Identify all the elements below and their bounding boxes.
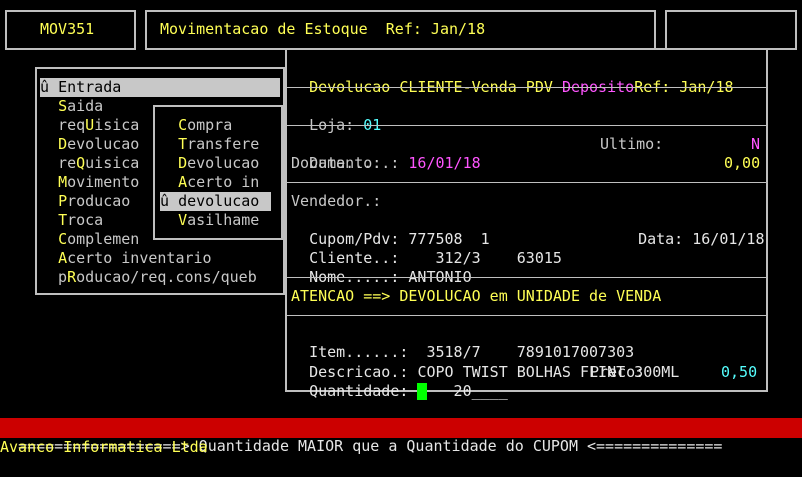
menu-item-prefix bbox=[40, 230, 58, 248]
ultimo-label: Ultimo: bbox=[600, 135, 664, 153]
menu-item-label: roca bbox=[67, 211, 104, 229]
menu-item-label: isica bbox=[94, 116, 140, 134]
menu-item-prefix: û bbox=[40, 78, 59, 96]
menu-item-label: ntrada bbox=[67, 78, 122, 96]
cupom-data-row: Data: 16/01/18 bbox=[620, 211, 764, 249]
submenu-item-label: ompra bbox=[187, 116, 233, 134]
menu-item[interactable]: Troca bbox=[40, 211, 103, 230]
menu-item-label: oducao/req.cons/queb bbox=[76, 268, 257, 286]
menu-item[interactable]: û Entrada bbox=[40, 78, 280, 97]
nome-row: Nome.....: ANTONIO bbox=[291, 249, 472, 287]
menu-item-prefix: re bbox=[40, 154, 77, 172]
preco-label: Preco: bbox=[590, 363, 645, 381]
submenu-item-hotkey: C bbox=[178, 116, 188, 134]
submenu-item-prefix: û bbox=[160, 192, 179, 210]
menu-item-prefix bbox=[40, 249, 58, 267]
menu-item[interactable]: pRoducao/req.cons/queb bbox=[40, 268, 257, 287]
cursor-block bbox=[417, 383, 428, 400]
submenu-item[interactable]: Devolucao bbox=[160, 154, 259, 173]
menu-item[interactable]: Producao bbox=[40, 192, 130, 211]
cupom-data-label: Data: bbox=[638, 230, 693, 248]
menu-item-prefix bbox=[40, 135, 58, 153]
menu-item[interactable]: Devolucao bbox=[40, 135, 139, 154]
menu-item[interactable]: reqUisica bbox=[40, 116, 139, 135]
menu-item-label: ovimento bbox=[67, 173, 140, 191]
submenu-item-prefix bbox=[160, 211, 178, 229]
menu-item-hotkey: U bbox=[85, 116, 95, 134]
menu-item-hotkey: S bbox=[58, 97, 68, 115]
submenu-item[interactable]: û devolucao bbox=[160, 192, 271, 211]
quantidade-field[interactable]: 20____ bbox=[417, 382, 508, 400]
dialog-title: Devolucao CLIENTE-Venda PDV DepositoRef:… bbox=[291, 59, 733, 97]
submenu-item-hotkey: V bbox=[178, 211, 188, 229]
documento-value[interactable]: 0,00 bbox=[724, 154, 760, 173]
menu-item-label: aida bbox=[67, 97, 104, 115]
menu-item[interactable]: Saida bbox=[40, 97, 103, 116]
submenu-item-hotkey: T bbox=[178, 135, 188, 153]
error-message-bar: ==================> Quantidade MAIOR que… bbox=[0, 418, 802, 455]
data-value[interactable]: 16/01/18 bbox=[408, 154, 480, 172]
menu-item-prefix bbox=[40, 192, 58, 210]
footer-company: Avanco Informatica Ltda bbox=[0, 438, 208, 456]
menu-item-prefix bbox=[40, 97, 58, 115]
menu-item-prefix: req bbox=[40, 116, 86, 134]
dialog-divider bbox=[287, 125, 766, 126]
menu-item-label: uisica bbox=[85, 154, 140, 172]
submenu-item-label: ransfere bbox=[187, 135, 260, 153]
menu-item-hotkey: C bbox=[58, 230, 68, 248]
menu-item-label: roducao bbox=[67, 192, 131, 210]
submenu-item-label: devolucao bbox=[178, 192, 260, 210]
submenu-item[interactable]: Vasilhame bbox=[160, 211, 259, 230]
quantidade-row: Quantidade: 20____ bbox=[291, 363, 508, 401]
submenu-item-prefix bbox=[160, 135, 178, 153]
submenu-item-prefix bbox=[160, 116, 178, 134]
vendedor-label: Vendedor.: bbox=[291, 192, 382, 210]
program-code: MOV351 bbox=[40, 20, 95, 38]
submenu-item-prefix bbox=[160, 173, 178, 191]
menu-item-label: certo inventario bbox=[67, 249, 212, 267]
menu-item-hotkey: Q bbox=[76, 154, 86, 172]
documento-label: Documento: bbox=[291, 154, 382, 172]
submenu-item-hotkey: A bbox=[178, 173, 188, 191]
menu-item-hotkey: E bbox=[58, 78, 68, 96]
submenu-item-hotkey: D bbox=[178, 154, 188, 172]
menu-item-hotkey: T bbox=[58, 211, 68, 229]
quantidade-value[interactable]: 20____ bbox=[417, 382, 508, 400]
ultimo-value[interactable]: N bbox=[751, 135, 760, 154]
dialog-divider bbox=[287, 182, 766, 183]
quantidade-label: Quantidade: bbox=[309, 382, 418, 400]
submenu-item-label: certo in bbox=[187, 173, 260, 191]
menu-item-prefix: p bbox=[40, 268, 68, 286]
dialog-divider bbox=[287, 277, 766, 278]
menu-item-prefix bbox=[40, 173, 58, 191]
submenu-item[interactable]: Compra bbox=[160, 116, 232, 135]
cupom-data-value[interactable]: 16/01/18 bbox=[692, 230, 764, 248]
preco-value[interactable]: 0,50 bbox=[721, 363, 757, 382]
menu-item-hotkey: A bbox=[58, 249, 68, 267]
menu-item-prefix bbox=[40, 211, 58, 229]
screen-title: Movimentacao de Estoque Ref: Jan/18 bbox=[160, 20, 486, 38]
atencao-warning: ATENCAO ==> DEVOLUCAO em UNIDADE de VEND… bbox=[291, 287, 662, 305]
menu-item-label: omplemen bbox=[67, 230, 140, 248]
dialog-divider bbox=[287, 87, 766, 88]
loja-row: Loja: 01 bbox=[291, 97, 381, 135]
submenu-item[interactable]: Acerto in bbox=[160, 173, 259, 192]
menu-item-hotkey: R bbox=[67, 268, 77, 286]
submenu-item-label: asilhame bbox=[187, 211, 260, 229]
menu-item[interactable]: Movimento bbox=[40, 173, 139, 192]
menu-item-hotkey: D bbox=[58, 135, 68, 153]
menu-item[interactable]: Complemen bbox=[40, 230, 139, 249]
menu-item[interactable]: reQuisica bbox=[40, 154, 139, 173]
menu-item-label: evolucao bbox=[67, 135, 140, 153]
corner-box bbox=[665, 10, 797, 50]
menu-item-hotkey: P bbox=[58, 192, 68, 210]
dialog-divider bbox=[287, 315, 766, 316]
submenu-item-prefix bbox=[160, 154, 178, 172]
menu-item-hotkey: M bbox=[58, 173, 68, 191]
submenu-item[interactable]: Transfere bbox=[160, 135, 259, 154]
submenu-item-label: evolucao bbox=[187, 154, 260, 172]
menu-item[interactable]: Acerto inventario bbox=[40, 249, 212, 268]
